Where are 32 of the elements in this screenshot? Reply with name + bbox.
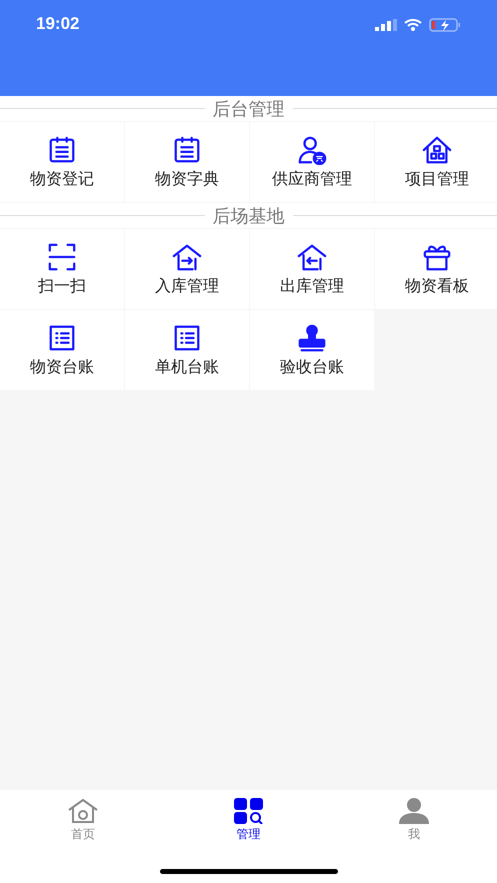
menu-tile[interactable]: 物资台账 bbox=[0, 310, 124, 390]
signal-icon bbox=[375, 19, 397, 31]
supplier-icon bbox=[297, 134, 327, 164]
menu-tile[interactable]: 扫一扫 bbox=[0, 229, 124, 309]
section-title: 后场基地 bbox=[212, 204, 284, 228]
stamp-icon bbox=[297, 322, 327, 352]
inbound-icon bbox=[172, 242, 202, 272]
clipboard-icon bbox=[47, 134, 77, 164]
list-icon bbox=[172, 322, 202, 352]
clipboard-icon bbox=[172, 134, 202, 164]
menu-tile[interactable]: 出库管理 bbox=[250, 229, 374, 309]
grid-search-icon bbox=[232, 798, 264, 824]
menu-tile[interactable]: 物资看板 bbox=[375, 229, 497, 309]
menu-tile[interactable]: 验收台账 bbox=[250, 310, 374, 390]
battery-charging-icon bbox=[429, 18, 461, 32]
section-title: 后台管理 bbox=[212, 98, 284, 120]
menu-tile[interactable]: 单机台账 bbox=[125, 310, 249, 390]
scan-icon bbox=[47, 242, 77, 272]
menu-tile[interactable]: 供应商管理 bbox=[250, 122, 374, 202]
menu-tile[interactable]: 项目管理 bbox=[375, 122, 497, 202]
house-icon bbox=[422, 134, 452, 164]
outbound-icon bbox=[297, 242, 327, 272]
home-icon bbox=[66, 798, 99, 824]
list-icon bbox=[47, 322, 77, 352]
user-icon bbox=[398, 798, 430, 824]
tab-item[interactable]: 我 bbox=[331, 798, 497, 843]
menu-tile[interactable]: 物资登记 bbox=[0, 122, 124, 202]
menu-tile[interactable]: 物资字典 bbox=[125, 122, 249, 202]
wifi-icon bbox=[404, 19, 422, 31]
tab-item[interactable]: 管理 bbox=[166, 798, 332, 843]
menu-tile[interactable]: 入库管理 bbox=[125, 229, 249, 309]
clock-time: 19:02 bbox=[36, 14, 80, 34]
